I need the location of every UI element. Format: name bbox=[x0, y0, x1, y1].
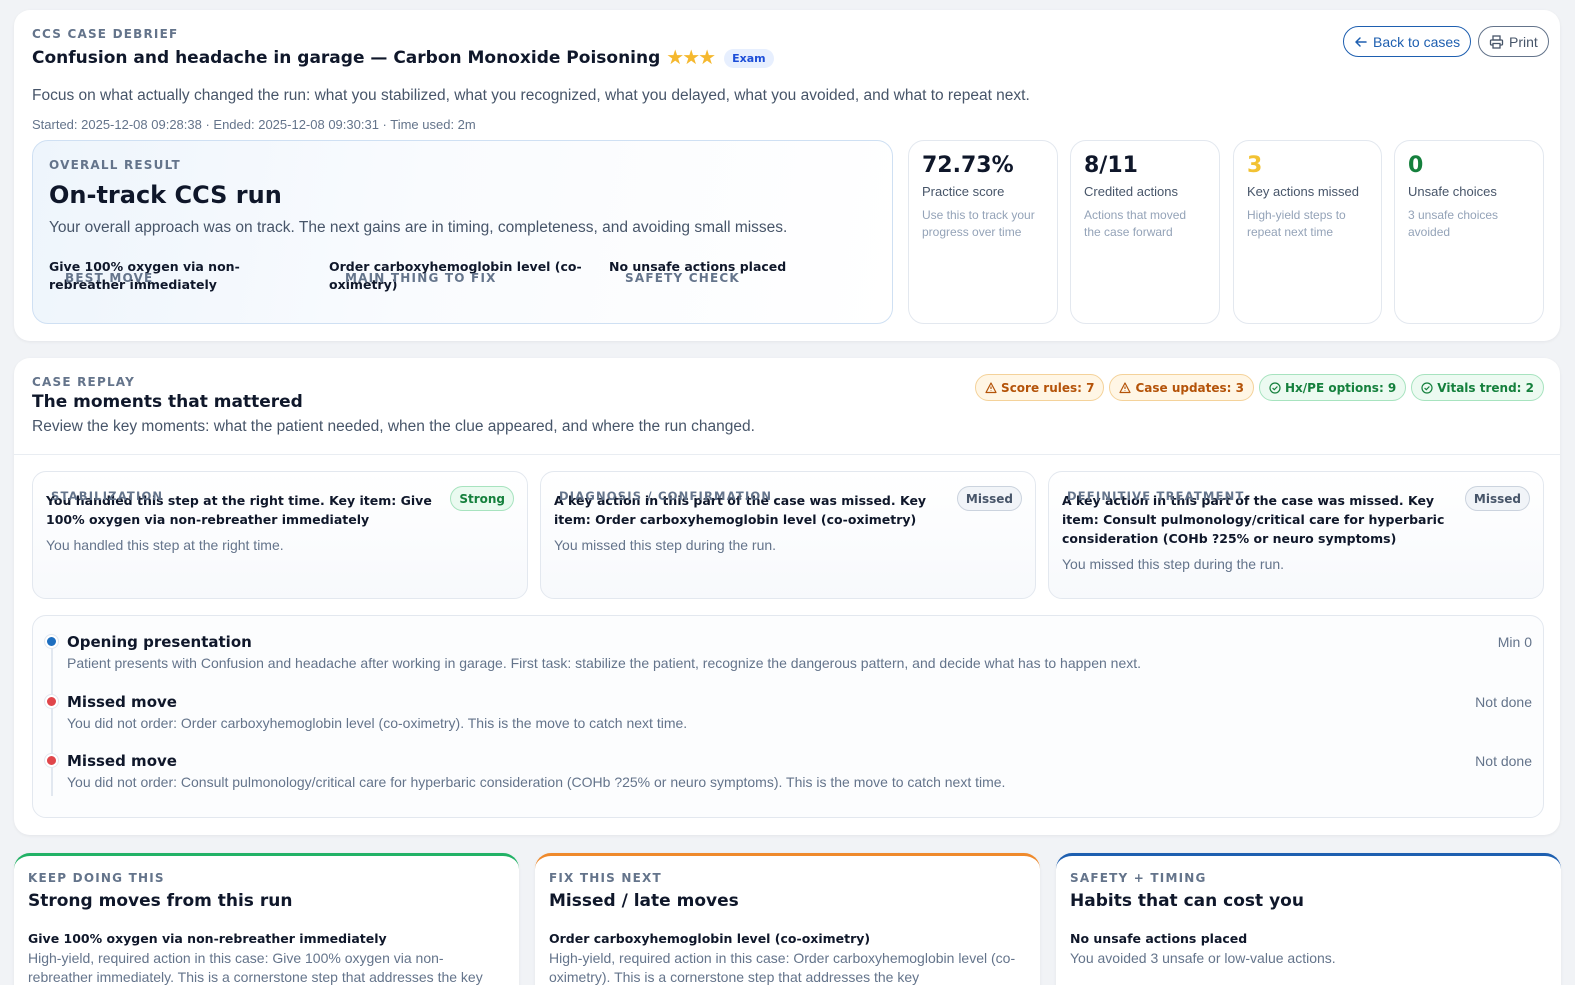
title-row: Confusion and headache in garage — Carbo… bbox=[32, 48, 774, 68]
timeline-dot-icon bbox=[45, 635, 58, 648]
check-circle-icon bbox=[1421, 381, 1433, 394]
safety-check: SAFETY CHECK No unsafe actions placed bbox=[609, 254, 874, 285]
chip-label: Hx/PE options: 9 bbox=[1285, 380, 1397, 395]
warning-icon bbox=[1119, 381, 1132, 393]
phase-eyebrow: DEFINITIVE TREATMENT bbox=[1067, 489, 1245, 503]
chip-vitals-trend[interactable]: Vitals trend: 2 bbox=[1411, 374, 1544, 401]
main-fix-label: MAIN THING TO FIX bbox=[345, 271, 497, 285]
card-text: High-yield, required action in this case… bbox=[28, 950, 483, 985]
stat-desc: Actions that moved the case forward bbox=[1084, 208, 1187, 239]
star-rating: ★★★ bbox=[666, 47, 716, 69]
overall-summary: Your overall approach was on track. The … bbox=[49, 219, 788, 236]
phase-note: You missed this step during the run. bbox=[1062, 556, 1285, 572]
stat-unsafe-choices: 0 Unsafe choices 3 unsafe choices avoide… bbox=[1394, 140, 1544, 324]
back-to-cases-label: Back to cases bbox=[1373, 33, 1461, 50]
back-to-cases-button[interactable]: Back to cases bbox=[1343, 26, 1472, 57]
card-text: You avoided 3 unsafe or low-value action… bbox=[1070, 950, 1336, 966]
chip-score-rules[interactable]: Score rules: 7 bbox=[975, 374, 1105, 401]
phase-eyebrow: DIAGNOSIS / CONFIRMATION bbox=[559, 489, 773, 503]
event-description: Patient presents with Confusion and head… bbox=[67, 655, 1142, 671]
timeline-rail bbox=[51, 646, 53, 796]
card-item: No unsafe actions placed bbox=[1070, 931, 1248, 946]
event-title: Missed move bbox=[67, 693, 177, 711]
printer-icon bbox=[1489, 34, 1504, 49]
arrow-left-icon bbox=[1355, 36, 1367, 47]
main-fix: MAIN THING TO FIX Order carboxyhemoglobi… bbox=[329, 254, 594, 294]
replay-eyebrow: CASE REPLAY bbox=[32, 375, 136, 389]
replay-lead: Review the key moments: what the patient… bbox=[32, 418, 755, 435]
header-lead: Focus on what actually changed the run: … bbox=[32, 87, 1030, 104]
card-title: Missed / late moves bbox=[549, 891, 739, 911]
status-badge: Missed bbox=[956, 486, 1022, 511]
stat-key-actions-missed: 3 Key actions missed High-yield steps to… bbox=[1233, 140, 1382, 324]
best-move: BEST MOVE Give 100% oxygen via non-rebre… bbox=[49, 254, 314, 294]
print-label: Print bbox=[1509, 33, 1538, 50]
card-title: Strong moves from this run bbox=[28, 891, 293, 911]
mode-badge: Exam bbox=[724, 48, 774, 68]
stat-desc: High-yield steps to repeat next time bbox=[1247, 208, 1346, 239]
fix-next-card: FIX THIS NEXT Missed / late moves Order … bbox=[535, 853, 1040, 985]
event-time: Not done bbox=[1475, 694, 1532, 710]
header-meta: Started: 2025-12-08 09:28:38 · Ended: 20… bbox=[32, 117, 476, 132]
stat-value: 3 bbox=[1247, 153, 1263, 178]
card-item: Order carboxyhemoglobin level (co-oximet… bbox=[549, 931, 871, 946]
card-eyebrow: KEEP DOING THIS bbox=[28, 871, 165, 885]
timeline-dot-icon bbox=[45, 695, 58, 708]
print-button[interactable]: Print bbox=[1478, 26, 1549, 57]
replay-title: The moments that mattered bbox=[32, 392, 303, 412]
safety-check-label: SAFETY CHECK bbox=[625, 271, 740, 285]
overall-result-panel: OVERALL RESULT On-track CCS run Your ove… bbox=[32, 140, 893, 324]
event-title: Missed move bbox=[67, 752, 177, 770]
timeline-dot-icon bbox=[45, 754, 58, 767]
event-time: Min 0 bbox=[1497, 634, 1532, 650]
keep-doing-card: KEEP DOING THIS Strong moves from this r… bbox=[14, 853, 519, 985]
stat-value: 72.73% bbox=[922, 153, 1014, 178]
card-eyebrow: SAFETY + TIMING bbox=[1070, 871, 1207, 885]
timeline: Opening presentation Patient presents wi… bbox=[32, 615, 1544, 818]
event-time: Not done bbox=[1475, 753, 1532, 769]
phase-note: You handled this step at the right time. bbox=[46, 537, 284, 553]
best-move-label: BEST MOVE bbox=[65, 271, 154, 285]
status-badge: Strong bbox=[450, 486, 514, 511]
chip-label: Score rules: 7 bbox=[1001, 380, 1095, 395]
event-title: Opening presentation bbox=[67, 633, 252, 651]
card-text: High-yield, required action in this case… bbox=[549, 950, 1016, 985]
overall-headline: On-track CCS run bbox=[49, 181, 282, 209]
stat-practice-score: 72.73% Practice score Use this to track … bbox=[908, 140, 1058, 324]
card-title: Habits that can cost you bbox=[1070, 891, 1304, 911]
stat-value: 0 bbox=[1408, 153, 1424, 178]
debrief-header-card: CCS CASE DEBRIEF Confusion and headache … bbox=[14, 10, 1560, 341]
case-replay-card: CASE REPLAY The moments that mattered Re… bbox=[14, 358, 1560, 835]
header-eyebrow: CCS CASE DEBRIEF bbox=[32, 27, 179, 41]
check-circle-icon bbox=[1269, 381, 1281, 394]
phase-card-definitive-treatment: DEFINITIVE TREATMENT A key action in thi… bbox=[1048, 471, 1544, 599]
phase-card-diagnosis: DIAGNOSIS / CONFIRMATION A key action in… bbox=[540, 471, 1036, 599]
card-item: Give 100% oxygen via non-rebreather imme… bbox=[28, 931, 387, 946]
phase-eyebrow: STABILIZATION bbox=[51, 489, 164, 503]
stat-value: 8/11 bbox=[1084, 153, 1138, 178]
chip-label: Case updates: 3 bbox=[1135, 380, 1244, 395]
stat-label: Practice score bbox=[922, 184, 1005, 199]
event-description: You did not order: Consult pulmonology/c… bbox=[67, 774, 1006, 790]
chip-label: Vitals trend: 2 bbox=[1437, 380, 1534, 395]
phase-note: You missed this step during the run. bbox=[554, 537, 777, 553]
section-divider bbox=[14, 454, 1560, 455]
card-eyebrow: FIX THIS NEXT bbox=[549, 871, 662, 885]
stat-label: Unsafe choices bbox=[1408, 184, 1497, 199]
chip-hx-pe-options[interactable]: Hx/PE options: 9 bbox=[1259, 374, 1407, 401]
chip-case-updates[interactable]: Case updates: 3 bbox=[1109, 374, 1254, 401]
stat-credited-actions: 8/11 Credited actions Actions that moved… bbox=[1070, 140, 1220, 324]
phase-card-stabilization: STABILIZATION You handled this step at t… bbox=[32, 471, 528, 599]
safety-timing-card: SAFETY + TIMING Habits that can cost you… bbox=[1056, 853, 1561, 985]
stat-desc: 3 unsafe choices avoided bbox=[1408, 208, 1499, 239]
overall-eyebrow: OVERALL RESULT bbox=[49, 158, 181, 172]
event-description: You did not order: Order carboxyhemoglob… bbox=[67, 715, 688, 731]
status-badge: Missed bbox=[1464, 486, 1530, 511]
stat-desc: Use this to track your progress over tim… bbox=[922, 208, 1035, 239]
warning-icon bbox=[985, 381, 997, 393]
replay-chips: Score rules: 7 Case updates: 3 Hx/PE opt… bbox=[975, 374, 1544, 401]
stat-label: Credited actions bbox=[1084, 184, 1178, 199]
case-title: Confusion and headache in garage — Carbo… bbox=[32, 48, 661, 68]
stat-label: Key actions missed bbox=[1247, 184, 1359, 199]
